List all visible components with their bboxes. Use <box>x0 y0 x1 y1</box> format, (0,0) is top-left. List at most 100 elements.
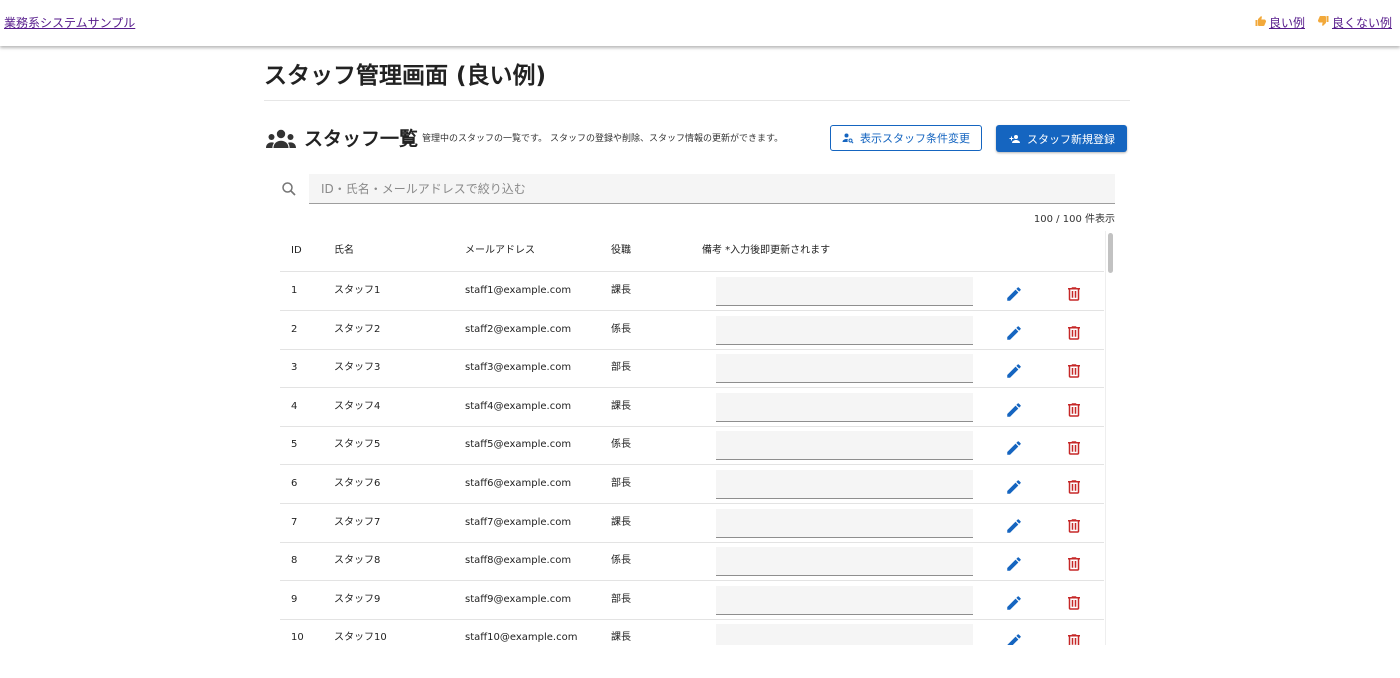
cell-email: staff3@example.com <box>465 362 572 374</box>
cell-name: スタッフ6 <box>334 478 381 489</box>
table-row: 9 スタッフ9 staff9@example.com 部長 <box>280 581 1104 620</box>
staff-table: ID 氏名 メールアドレス 役職 備考 *入力後即更新されます 1 スタッフ1 st… <box>280 231 1104 645</box>
cell-name: スタッフ9 <box>334 593 381 605</box>
cell-id: 3 <box>291 362 298 374</box>
cell-role: 課長 <box>611 400 631 412</box>
header-nav: 良い例 良くない例 <box>1254 14 1392 31</box>
cell-role: 係長 <box>611 439 631 451</box>
section-description: 管理中のスタッフの一覧です。 スタッフの登録や削除、スタッフ情報の更新ができます… <box>422 134 784 144</box>
delete-button[interactable] <box>1065 359 1083 378</box>
table-row: 6 スタッフ6 staff6@example.com 部長 <box>280 465 1104 504</box>
scrollbar-thumb[interactable] <box>1108 233 1113 273</box>
add-staff-label: スタッフ新規登録 <box>1027 132 1115 146</box>
delete-button[interactable] <box>1065 282 1083 301</box>
delete-button[interactable] <box>1065 591 1083 610</box>
cell-role: 係長 <box>611 323 631 335</box>
note-input[interactable] <box>716 431 973 461</box>
edit-button[interactable] <box>1005 282 1023 301</box>
cell-email: staff1@example.com <box>465 285 572 296</box>
edit-button[interactable] <box>1005 475 1023 494</box>
cell-id: 9 <box>291 593 298 605</box>
edit-button[interactable] <box>1005 436 1023 456</box>
top-bar: 業務系システムサンプル 良い例 良くない例 <box>0 0 1400 46</box>
delete-button[interactable] <box>1065 475 1083 494</box>
edit-button[interactable] <box>1005 629 1023 645</box>
brand-link[interactable]: 業務系システムサンプル <box>4 14 135 31</box>
cell-email: staff8@example.com <box>465 555 572 567</box>
edit-button[interactable] <box>1005 552 1023 571</box>
note-input[interactable] <box>716 470 973 499</box>
table-row: 4 スタッフ4 staff4@example.com 課長 <box>280 388 1104 427</box>
search-bar <box>280 174 1115 204</box>
edit-button[interactable] <box>1005 591 1023 610</box>
delete-button[interactable] <box>1065 321 1083 340</box>
delete-button[interactable] <box>1065 552 1083 571</box>
cell-role: 課長 <box>611 285 631 296</box>
bad-example-link[interactable]: 良くない例 <box>1317 14 1392 31</box>
cell-id: 5 <box>291 439 298 451</box>
section-title: スタッフ一覧 <box>304 128 419 150</box>
cell-name: スタッフ1 <box>334 285 381 296</box>
thumbs-up-icon <box>1254 15 1267 30</box>
note-input[interactable] <box>716 585 973 615</box>
cell-name: スタッフ4 <box>334 400 381 412</box>
delete-button[interactable] <box>1065 514 1083 533</box>
cell-name: スタッフ7 <box>334 516 381 528</box>
delete-button[interactable] <box>1065 398 1083 417</box>
cell-id: 10 <box>291 632 304 644</box>
header-name: 氏名 <box>334 245 354 256</box>
cell-role: 部長 <box>611 362 631 374</box>
filter-conditions-label: 表示スタッフ条件変更 <box>860 132 970 145</box>
note-input[interactable] <box>716 547 973 577</box>
note-input[interactable] <box>716 392 973 422</box>
table-row: 2 スタッフ2 staff2@example.com 係長 <box>280 311 1104 350</box>
header-email: メールアドレス <box>465 245 535 256</box>
page-title: スタッフ管理画面 (良い例) <box>264 52 1130 101</box>
delete-button[interactable] <box>1065 629 1083 645</box>
cell-name: スタッフ5 <box>334 439 381 451</box>
cell-email: staff6@example.com <box>465 478 572 489</box>
cell-name: スタッフ8 <box>334 555 381 567</box>
cell-id: 2 <box>291 323 298 335</box>
person-add-icon <box>1009 134 1020 143</box>
cell-role: 部長 <box>611 478 631 489</box>
cell-id: 8 <box>291 555 298 567</box>
people-icon <box>266 129 296 148</box>
note-input[interactable] <box>716 508 973 538</box>
add-staff-button[interactable]: スタッフ新規登録 <box>996 125 1127 152</box>
table-row: 3 スタッフ3 staff3@example.com 部長 <box>280 349 1104 389</box>
note-input[interactable] <box>716 277 973 306</box>
table-row: 8 スタッフ8 staff8@example.com 係長 <box>280 542 1104 582</box>
search-icon <box>282 182 296 196</box>
cell-email: staff7@example.com <box>465 516 572 528</box>
cell-role: 係長 <box>611 555 631 567</box>
note-input[interactable] <box>716 315 973 345</box>
delete-button[interactable] <box>1065 436 1083 456</box>
edit-button[interactable] <box>1005 321 1023 340</box>
edit-button[interactable] <box>1005 398 1023 417</box>
table-scrollbar[interactable] <box>1105 231 1116 645</box>
cell-name: スタッフ3 <box>334 362 381 374</box>
thumbs-down-icon <box>1317 15 1330 30</box>
result-count: 100 / 100 件表示 <box>1033 214 1115 225</box>
note-input[interactable] <box>716 354 973 384</box>
good-example-label: 良い例 <box>1268 16 1305 30</box>
table-row: 10 スタッフ10 staff10@example.com 課長 <box>280 619 1104 645</box>
table-row: 5 スタッフ5 staff5@example.com 係長 <box>280 426 1104 466</box>
search-input[interactable] <box>309 174 1115 204</box>
table-row: 1 スタッフ1 staff1@example.com 課長 <box>280 272 1104 311</box>
header-id: ID <box>291 245 302 256</box>
trash-icon <box>1065 629 1083 645</box>
cell-email: staff2@example.com <box>465 323 572 335</box>
cell-email: staff10@example.com <box>465 632 578 644</box>
filter-conditions-button[interactable]: 表示スタッフ条件変更 <box>830 125 982 151</box>
cell-role: 課長 <box>611 632 631 644</box>
table-row: 7 スタッフ7 staff7@example.com 課長 <box>280 504 1104 543</box>
header-note: 備考 *入力後即更新されます <box>702 245 831 256</box>
good-example-link[interactable]: 良い例 <box>1254 14 1305 31</box>
note-input[interactable] <box>716 624 973 645</box>
cell-name: スタッフ2 <box>334 323 381 335</box>
cell-email: staff9@example.com <box>465 593 572 605</box>
edit-button[interactable] <box>1005 359 1023 378</box>
edit-button[interactable] <box>1005 514 1023 533</box>
